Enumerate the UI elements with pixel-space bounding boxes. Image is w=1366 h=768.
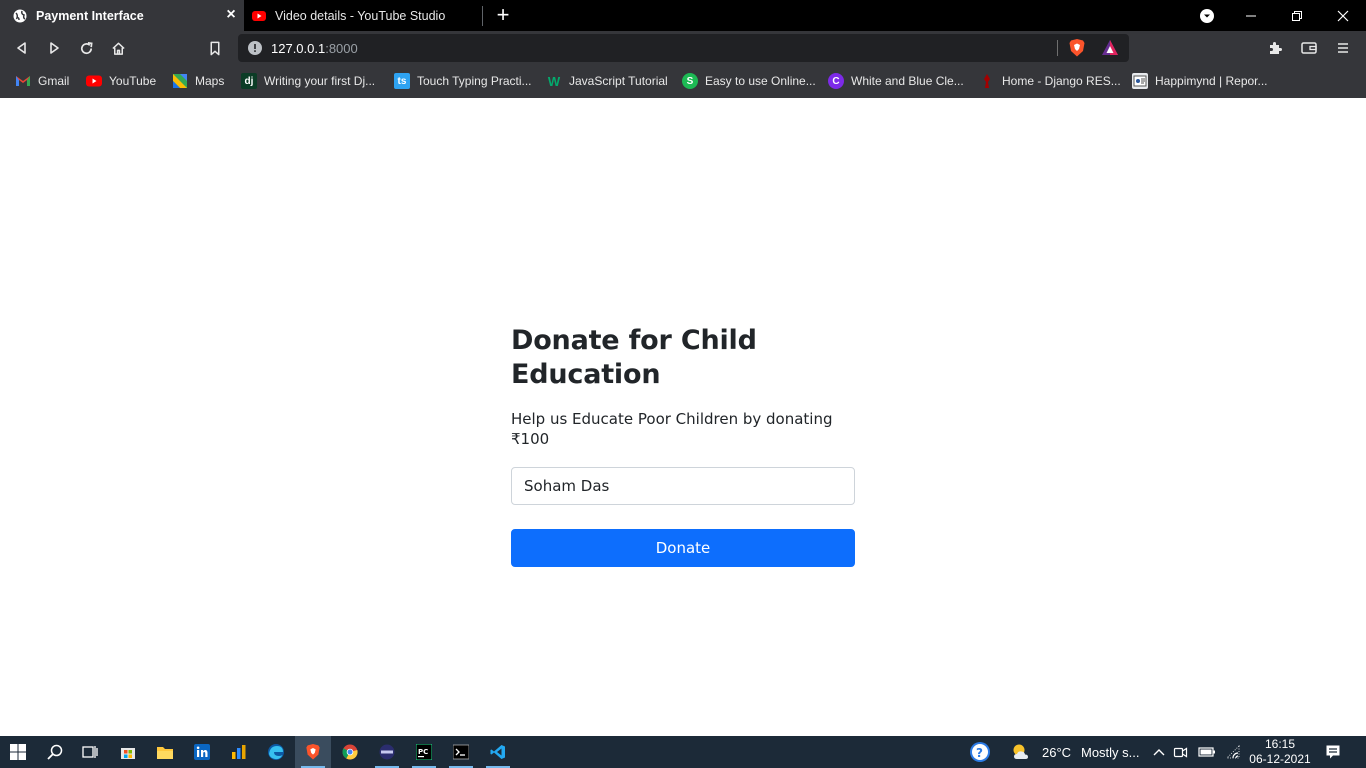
youtube-icon: [86, 73, 102, 89]
pycharm-icon[interactable]: PC: [406, 736, 442, 768]
bookmark-label: Writing your first Dj...: [264, 74, 376, 88]
brave-shield-icon[interactable]: [1068, 38, 1086, 58]
bookmark-youtube[interactable]: YouTube: [86, 71, 156, 91]
bookmark-label: Gmail: [38, 74, 70, 88]
name-input[interactable]: [511, 467, 855, 505]
help-icon[interactable]: ?: [962, 736, 998, 768]
bookmark-maps[interactable]: Maps: [172, 71, 224, 91]
linkedin-icon[interactable]: [184, 736, 220, 768]
site-info-icon[interactable]: [248, 41, 262, 55]
page-viewport: Donate for Child Education Help us Educa…: [0, 98, 1366, 736]
search-icon[interactable]: [37, 736, 73, 768]
happimynd-icon: [1132, 73, 1148, 89]
bookmark-label: Happimynd | Repor...: [1155, 74, 1268, 88]
bookmarks-bar: Gmail YouTube Maps dj Writing your first…: [0, 65, 1366, 98]
close-window-button[interactable]: [1320, 0, 1366, 31]
bookmark-label: YouTube: [109, 74, 157, 88]
canva-icon: C: [828, 73, 844, 89]
windows-taskbar: PC ? 26°C Mostly s... 16:15 06-12-2021: [0, 736, 1366, 768]
w3schools-icon: W: [547, 73, 561, 89]
page-subtitle: Help us Educate Poor Children by donatin…: [511, 410, 833, 448]
url-host: 127.0.0.1: [271, 41, 326, 56]
django-icon: dj: [241, 73, 257, 89]
browser-toolbar: 127.0.0.1:8000: [0, 31, 1366, 65]
typing-icon: ts: [394, 73, 410, 89]
bookmark-label: JavaScript Tutorial: [569, 74, 668, 88]
power-bi-icon[interactable]: [221, 736, 257, 768]
page-title: Donate for Child Education: [511, 325, 757, 390]
bookmark-gmail[interactable]: Gmail: [15, 71, 69, 91]
url-text[interactable]: 127.0.0.1:8000: [271, 41, 358, 56]
bookmark-touch-typing[interactable]: ts Touch Typing Practi...: [394, 71, 532, 91]
bookmark-canva[interactable]: C White and Blue Cle...: [828, 71, 964, 91]
home-icon[interactable]: [106, 36, 130, 60]
bookmark-django-tutorial[interactable]: dj Writing your first Dj...: [241, 71, 375, 91]
brave-rewards-icon[interactable]: [1101, 39, 1119, 57]
brave-browser-taskbar-icon[interactable]: [295, 736, 331, 768]
gmail-icon: [15, 73, 31, 89]
bookmark-django-rest[interactable]: Home - Django RES...: [979, 71, 1121, 91]
vscode-icon[interactable]: [480, 736, 516, 768]
bookmark-label: Maps: [195, 74, 225, 88]
task-view-icon[interactable]: [72, 736, 108, 768]
windows-start-icon[interactable]: [0, 736, 36, 768]
bookmark-easy-online[interactable]: S Easy to use Online...: [682, 71, 816, 91]
restore-button[interactable]: [1274, 0, 1320, 31]
command-prompt-icon[interactable]: [443, 736, 479, 768]
back-button[interactable]: [10, 36, 34, 60]
new-tab-button[interactable]: +: [494, 4, 512, 26]
close-tab-icon[interactable]: ×: [224, 7, 238, 23]
donate-form: Donate for Child Education Help us Educa…: [511, 324, 855, 567]
battery-icon[interactable]: [1193, 736, 1221, 768]
tab-divider: [482, 6, 483, 26]
menu-icon[interactable]: [1331, 36, 1355, 60]
bookmark-happimynd[interactable]: Happimynd | Repor...: [1132, 71, 1268, 91]
extensions-icon[interactable]: [1263, 36, 1287, 60]
clock-time: 16:15: [1264, 737, 1296, 751]
tab-strip: Payment Interface × Video details - YouT…: [0, 0, 1366, 31]
wifi-icon[interactable]: [1219, 736, 1247, 768]
youtube-icon: [252, 9, 266, 23]
address-bar[interactable]: 127.0.0.1:8000: [238, 34, 1129, 62]
bookmark-label: White and Blue Cle...: [851, 74, 964, 88]
meet-now-icon[interactable]: [1167, 736, 1195, 768]
s-icon: S: [682, 73, 698, 89]
svg-text:?: ?: [976, 746, 983, 760]
wallet-icon[interactable]: [1297, 36, 1321, 60]
weather-description[interactable]: Mostly s...: [1081, 745, 1140, 760]
tab-title: Payment Interface: [36, 8, 144, 23]
bookmark-label: Home - Django RES...: [1002, 74, 1121, 88]
donate-button[interactable]: Donate: [511, 529, 855, 567]
globe-icon: [13, 9, 27, 23]
tab-title: Video details - YouTube Studio: [275, 8, 446, 23]
edge-icon[interactable]: [258, 736, 294, 768]
terminal-app-icon[interactable]: [369, 736, 405, 768]
maps-icon: [172, 73, 188, 89]
notifications-icon[interactable]: [1315, 736, 1351, 768]
bookmark-label: Easy to use Online...: [705, 74, 816, 88]
svg-text:PC: PC: [418, 748, 428, 756]
tab-youtube-studio[interactable]: Video details - YouTube Studio: [244, 0, 482, 31]
weather-icon[interactable]: [1004, 736, 1040, 768]
file-explorer-icon[interactable]: [147, 736, 183, 768]
system-clock[interactable]: 16:15 06-12-2021: [1245, 737, 1315, 767]
minimize-button[interactable]: [1228, 0, 1274, 31]
bookmark-javascript-tutorial[interactable]: W JavaScript Tutorial: [546, 71, 668, 91]
tab-search-icon[interactable]: [1184, 0, 1230, 31]
tab-payment-interface[interactable]: Payment Interface ×: [0, 0, 244, 31]
weather-temperature[interactable]: 26°C: [1042, 745, 1071, 760]
omnibox-divider: [1057, 40, 1058, 56]
reload-icon[interactable]: [74, 36, 98, 60]
bookmark-icon[interactable]: [203, 36, 227, 60]
store-icon[interactable]: [110, 736, 146, 768]
clock-date: 06-12-2021: [1249, 752, 1311, 766]
forward-button[interactable]: [42, 36, 66, 60]
drf-icon: [979, 73, 995, 89]
url-port: :8000: [325, 41, 358, 56]
chrome-icon[interactable]: [332, 736, 368, 768]
bookmark-label: Touch Typing Practi...: [417, 74, 532, 88]
